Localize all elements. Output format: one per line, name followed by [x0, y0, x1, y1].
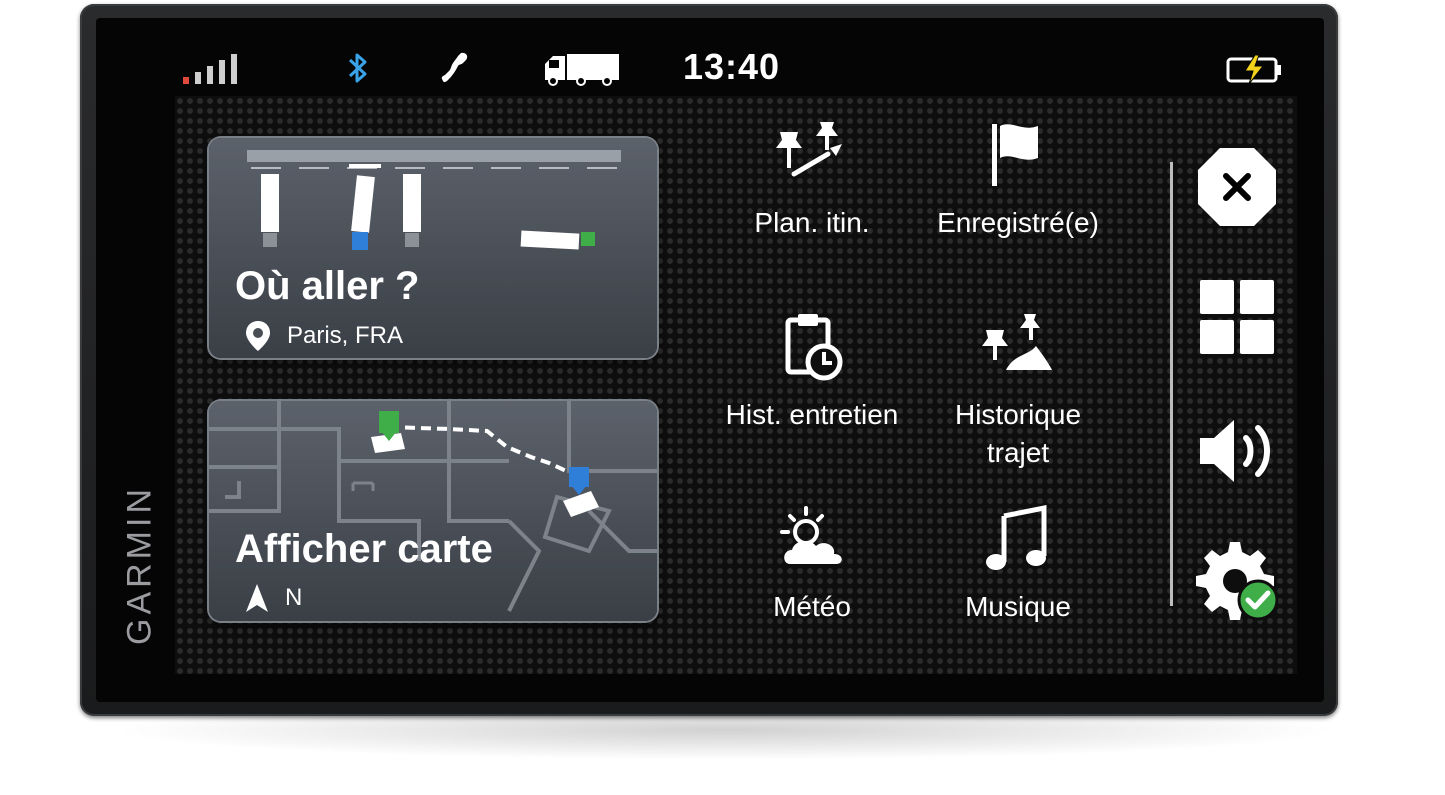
tile-trip-history-label-line1: Historique	[954, 399, 1082, 430]
tile-trip-history[interactable]: Historique trajet	[918, 310, 1118, 480]
tile-weather[interactable]: Météo	[712, 502, 912, 672]
volume-button[interactable]	[1196, 410, 1278, 492]
tile-trip-history-label: Historique trajet	[955, 396, 1081, 472]
clock: 13:40	[683, 46, 781, 87]
flag-icon	[992, 124, 1038, 186]
settings-button[interactable]	[1196, 540, 1278, 622]
settings-check-icon	[1196, 542, 1278, 621]
tile-saved[interactable]: Enregistré(e)	[918, 118, 1118, 288]
tile-music-label: Musique	[965, 591, 1071, 622]
grid-icon	[1200, 280, 1274, 354]
close-button[interactable]: close	[1196, 146, 1278, 228]
trip-history-icon	[982, 314, 1052, 370]
view-map-card[interactable]: Afficher carte N	[209, 401, 657, 621]
sidebar-divider	[1170, 162, 1173, 606]
view-map-title: Afficher carte	[235, 527, 493, 571]
north-arrow-icon	[246, 584, 268, 612]
where-to-card[interactable]: Où aller ? Paris, FRA	[209, 138, 657, 358]
brand-logo: GARMIN	[120, 485, 159, 645]
tile-service-history-label: Hist. entretien	[725, 399, 899, 430]
status-bar: 13:40	[175, 40, 1295, 96]
phone-icon	[441, 52, 468, 83]
location-pin-icon	[246, 321, 270, 351]
tile-trip-history-label-line2: trajet	[986, 437, 1050, 468]
current-location-label: Paris, FRA	[287, 322, 404, 349]
tile-music[interactable]: Musique	[918, 502, 1118, 672]
current-location: Paris, FRA	[245, 320, 403, 352]
truck-icon	[545, 54, 619, 86]
tile-service-history[interactable]: Hist. entretien	[712, 310, 912, 480]
weather-icon	[780, 506, 842, 564]
bluetooth-icon	[348, 53, 367, 83]
signal-strength-icon	[183, 54, 243, 84]
apps-grid-button[interactable]	[1196, 276, 1278, 358]
volume-icon	[1200, 420, 1270, 482]
tile-trip-planner-label: Plan. itin.	[754, 207, 870, 238]
tile-saved-label: Enregistré(e)	[937, 207, 1099, 238]
battery-charging-icon	[1226, 54, 1281, 84]
tile-weather-label: Météo	[773, 591, 851, 622]
trip-planner-icon	[776, 122, 842, 177]
music-note-icon	[986, 504, 1047, 570]
tile-trip-planner[interactable]: Plan. itin.	[712, 118, 912, 288]
compass-heading: N	[245, 583, 302, 613]
heading-label: N	[285, 584, 303, 611]
clipboard-clock-icon	[785, 314, 843, 381]
where-to-title: Où aller ?	[235, 264, 420, 308]
